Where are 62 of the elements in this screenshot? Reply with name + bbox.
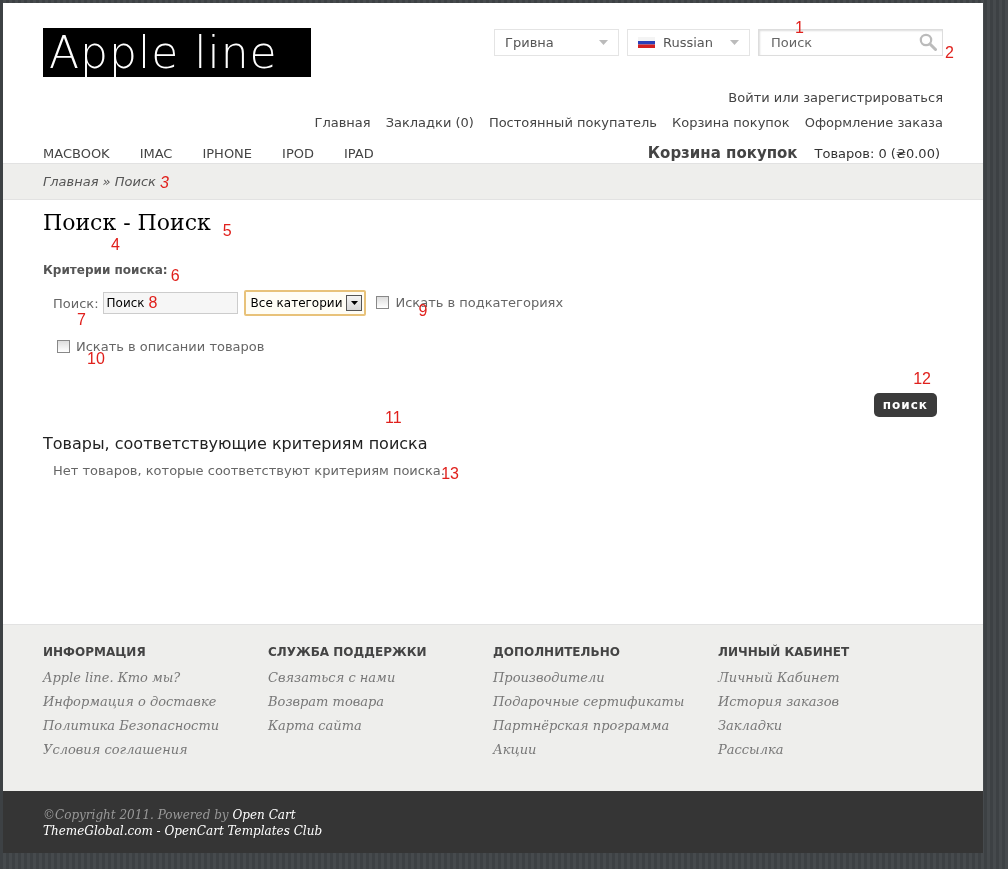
section-heading: Критерии поиска: (43, 263, 168, 277)
category-link[interactable]: MACBOOK (43, 145, 110, 161)
annotation-number: 12 (913, 371, 931, 387)
footer-link[interactable]: Apple line. Кто мы? (43, 670, 181, 685)
annotation-number: 6 (170, 268, 180, 284)
top-link[interactable]: Главная (314, 115, 371, 130)
copyright-text: ©Copyright 2011. Powered by (43, 808, 229, 822)
category-select[interactable]: Все категории (243, 290, 367, 316)
theme-link[interactable]: ThemeGlobal.com - OpenCart Templates Club (43, 824, 323, 838)
search-button[interactable]: поиск (873, 393, 937, 417)
footer-link[interactable]: История заказов (718, 694, 840, 709)
checkbox[interactable] (376, 295, 390, 309)
search-icon[interactable] (919, 33, 937, 51)
footer-heading: СЛУЖБА ПОДДЕРЖКИ (268, 645, 428, 659)
footer-heading: ДОПОЛНИТЕЛЬНО (493, 645, 621, 659)
login-link[interactable]: Войти или зарегистрироваться (728, 90, 943, 105)
logo[interactable]: Apple line (43, 28, 311, 77)
footer-link[interactable]: Политика Безопасности (43, 718, 220, 733)
flag-icon (638, 37, 655, 48)
caret-icon (599, 40, 608, 45)
category-link[interactable]: IPAD (344, 145, 374, 161)
caret-icon (730, 40, 739, 45)
annotation-number: 2 (945, 45, 954, 61)
footer-link[interactable]: Закладки (718, 718, 783, 733)
top-link[interactable]: Корзина покупок (671, 115, 790, 130)
footer-link[interactable]: Акции (493, 742, 537, 757)
category-link[interactable]: IPHONE (202, 145, 253, 161)
language-select[interactable]: Russian (627, 29, 750, 56)
page-title: Поиск - Поиск (43, 210, 211, 235)
footer-link[interactable]: Партнёрская программа (493, 718, 670, 733)
caret-icon (350, 301, 358, 305)
annotation-number: 10 (87, 351, 105, 367)
top-link[interactable]: Постоянный покупатель (488, 115, 657, 130)
footer-link[interactable]: Личный Кабинет (718, 670, 840, 685)
category-link[interactable]: IPOD (282, 145, 314, 161)
currency-select[interactable]: Гривна (494, 29, 619, 56)
powered-link[interactable]: Open Cart (232, 808, 296, 822)
annotation-number: 8 (148, 295, 158, 311)
field-label: Поиск: (53, 295, 99, 311)
checkbox-label: Искать в описании товаров (76, 339, 265, 354)
annotation-number: 7 (77, 311, 86, 328)
cart-summary: Товаров: 0 (₴0.00) (814, 146, 940, 161)
checkbox[interactable] (57, 340, 70, 353)
footer-link[interactable]: Условия соглашения (43, 742, 188, 757)
cart-title[interactable]: Корзина покупок (647, 144, 798, 162)
footer-link[interactable]: Возврат товара (268, 694, 385, 709)
footer-heading: ИНФОРМАЦИЯ (43, 645, 147, 659)
annotation-number: 4 (111, 237, 120, 253)
annotation-number: 3 (160, 175, 169, 191)
footer-heading: ЛИЧНЫЙ КАБИНЕТ (718, 645, 851, 659)
top-link[interactable]: Оформление заказа (804, 115, 943, 130)
top-link[interactable]: Закладки (0) (385, 115, 474, 130)
annotation-number: 5 (222, 223, 232, 239)
annotation-number: 11 (385, 410, 402, 426)
footer-link[interactable]: Рассылка (718, 742, 784, 757)
category-link[interactable]: IMAC (139, 145, 173, 161)
results-heading: Товары, соответствующие критериям поиска (43, 434, 428, 453)
footer-link[interactable]: Карта сайта (268, 718, 362, 733)
footer-link[interactable]: Связаться с нами (268, 670, 396, 685)
footer-link[interactable]: Производители (493, 670, 605, 685)
footer-link[interactable]: Информация о доставке (43, 694, 217, 709)
footer-link[interactable]: Подарочные сертификаты (493, 694, 685, 709)
